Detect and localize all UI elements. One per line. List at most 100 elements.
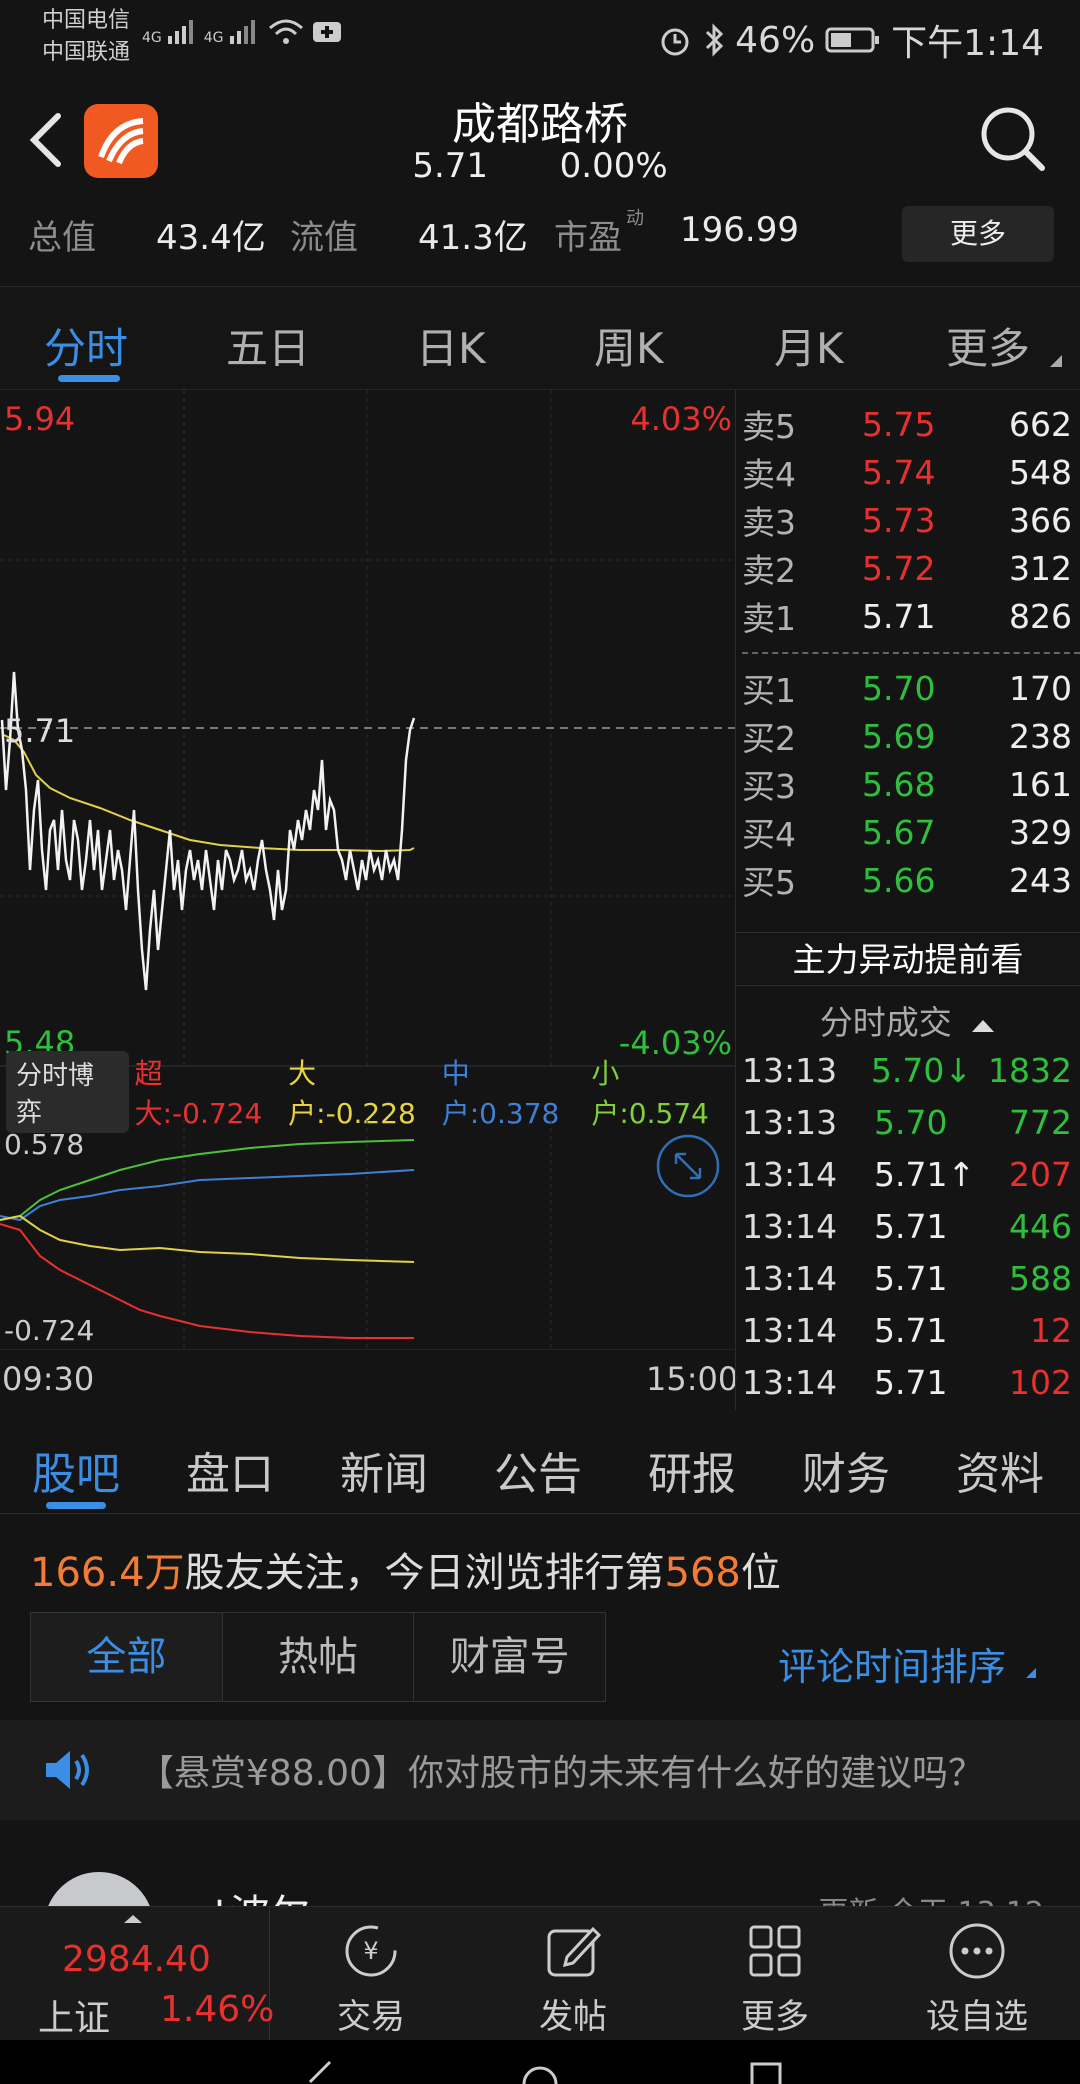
mid-flow-line (0, 1169, 415, 1222)
sell-row-3: 卖3 5.73 366 (742, 500, 1072, 543)
status-right: 46% 下午1:14 (657, 14, 1044, 66)
tab-profile[interactable]: 资料 (956, 1438, 1044, 1502)
buy-row-4: 买4 5.67 329 (742, 812, 1072, 855)
nav-more[interactable]: 更多 (674, 1907, 876, 2041)
tab-research[interactable]: 研报 (648, 1438, 736, 1502)
tab-news[interactable]: 新闻 (340, 1438, 428, 1502)
chart-tabs: 分时 五日 日K 周K 月K 更多 (0, 286, 1080, 390)
post-author: t波尔 (214, 1882, 310, 1906)
float-value-label: 流值 (290, 218, 358, 258)
sort-dropdown[interactable]: 评论时间排序 (778, 1636, 1038, 1691)
more-stats-button[interactable]: 更多 (902, 206, 1054, 262)
index-up-icon (124, 1915, 142, 1923)
clock: 下午1:14 (891, 23, 1044, 64)
big-flow-line (0, 1214, 415, 1263)
pe-value: 196.99 (680, 210, 799, 250)
follow-summary: 166.4万股友关注，今日浏览排行第568位 (30, 1550, 781, 1596)
grid-icon (749, 1925, 801, 1977)
tab-monthly-k[interactable]: 月K (774, 315, 844, 376)
capital-flow-chart[interactable] (0, 1120, 735, 1350)
index-ticker[interactable]: 2984.40 上证 1.46% (0, 1907, 274, 2041)
total-value-label: 总值 (28, 218, 96, 258)
buy-row-2: 买2 5.69 238 (742, 716, 1072, 759)
system-nav-bar (0, 2040, 1080, 2084)
panel-divider (735, 390, 736, 1410)
carrier-2: 中国联通 (42, 40, 131, 65)
edit-icon (547, 1926, 602, 1977)
wifi-icon (268, 19, 303, 44)
signal-2-icon (229, 20, 255, 44)
signal-icons: 4G 4G (142, 16, 344, 46)
alarm-icon (661, 28, 689, 56)
intraday-chart[interactable] (0, 390, 735, 1068)
bluetooth-icon (706, 23, 724, 57)
filter-hot[interactable]: 热帖 (223, 1613, 415, 1701)
buy-row-5: 买5 5.66 243 (742, 860, 1072, 903)
search-icon[interactable] (978, 104, 1048, 174)
post-filter: 全部 热帖 财富号 (30, 1612, 606, 1702)
trades-header[interactable]: 分时成交 (736, 996, 1080, 1044)
avg-price-line (3, 734, 415, 853)
battery-icon (825, 27, 880, 53)
nav-add-watchlist[interactable]: 设自选 (876, 1907, 1078, 2041)
nav-trade[interactable]: ¥ 交易 (270, 1907, 472, 2041)
buy-row-1: 买1 5.70 170 (742, 668, 1072, 711)
signal-1-icon (167, 20, 193, 44)
pe-label: 市盈 (554, 218, 622, 258)
sort-caret-icon (1026, 1668, 1037, 1678)
tab-forum[interactable]: 股吧 (32, 1438, 120, 1502)
current-price: 5.71 (412, 146, 489, 186)
carrier-1: 中国电信 (42, 8, 131, 33)
pe-dynamic-sup: 动 (626, 208, 644, 229)
tab-announcements[interactable]: 公告 (494, 1438, 582, 1502)
content-tabs: 股吧 盘口 新闻 公告 研报 财务 资料 (0, 1410, 1080, 1514)
sell-row-2: 卖2 5.72 312 (742, 548, 1072, 591)
tab-weekly-k[interactable]: 周K (594, 315, 664, 376)
battery-percent: 46% (735, 19, 816, 61)
active-tab-indicator (58, 375, 120, 382)
tab-finance[interactable]: 财务 (802, 1438, 890, 1502)
index-value: 2984.40 (62, 1939, 211, 1980)
filter-wealth[interactable]: 财富号 (414, 1613, 605, 1701)
sys-back-icon[interactable] (300, 2058, 340, 2084)
trade-row: 13:13 5.70 772 (742, 1102, 1072, 1142)
filter-all[interactable]: 全部 (31, 1613, 223, 1701)
sys-recents-icon[interactable] (746, 2058, 786, 2084)
trade-row: 13:13 5.70↓ 1832 (742, 1050, 1072, 1090)
tab-intraday[interactable]: 分时 (44, 315, 128, 376)
buy-row-3: 买3 5.68 161 (742, 764, 1072, 807)
more-dots-icon (949, 1923, 1005, 1979)
nav-post[interactable]: 发帖 (472, 1907, 674, 2041)
capital-flow-bar: 分时博弈 超大:-0.724 大户:-0.228 中户:0.378 小户:0.5… (0, 1051, 735, 1133)
chart-high-pct: 4.03% (630, 400, 732, 438)
tab-more-caret-icon (1050, 355, 1062, 367)
index-pct: 1.46% (160, 1989, 275, 2030)
avatar[interactable] (44, 1872, 154, 1906)
sell-row-4: 卖4 5.74 548 (742, 452, 1072, 495)
tab-quote[interactable]: 盘口 (186, 1438, 274, 1502)
index-name: 上证 (38, 1998, 111, 2039)
chart-start-time: 09:30 (2, 1360, 95, 1398)
sub-chart-min: -0.724 (4, 1314, 95, 1347)
tab-more[interactable]: 更多 (946, 315, 1030, 376)
trade-icon: ¥ (345, 1925, 397, 1977)
change-percent: 0.00% (559, 146, 668, 186)
post-meta: 更新 今天 13:12 (818, 1888, 1044, 1906)
reward-notice[interactable]: 【悬赏¥88.00】你对股市的未来有什么好的建议吗？ (0, 1720, 1080, 1820)
health-icon (312, 22, 341, 42)
sub-chart-max: 0.578 (4, 1128, 85, 1161)
post-preview[interactable]: t波尔 更新 今天 13:12 (0, 1836, 1080, 1906)
sys-home-icon[interactable] (520, 2056, 560, 2084)
chart-ref-price: 5.71 (4, 712, 76, 750)
main-force-button[interactable]: 主力异动提前看 (736, 932, 1080, 986)
trade-row: 13:14 5.71 12 (742, 1310, 1072, 1350)
tab-five-day[interactable]: 五日 (226, 315, 310, 376)
price-line: 5.71 0.00% (0, 146, 1080, 186)
svg-text:¥: ¥ (363, 1937, 378, 1965)
float-value: 41.3亿 (418, 218, 528, 258)
order-book: 卖5 5.75 662 卖4 5.74 548 卖3 5.73 366 卖2 5.72 312 … (742, 400, 1080, 904)
tab-daily-k[interactable]: 日K (416, 315, 486, 376)
chart-end-time: 15:00 (646, 1360, 739, 1398)
content-tab-indicator (46, 1502, 106, 1509)
order-book-divider (742, 652, 1080, 654)
